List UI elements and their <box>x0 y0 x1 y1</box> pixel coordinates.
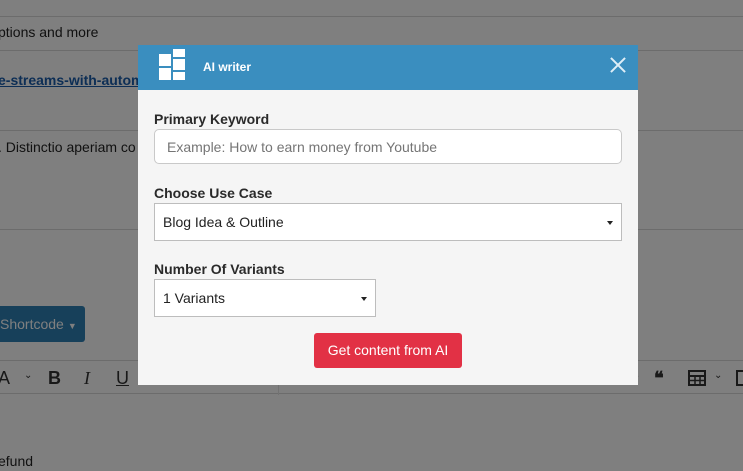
use-case-select[interactable]: Blog Idea & Outline <box>154 203 622 241</box>
close-icon[interactable] <box>610 57 626 73</box>
get-content-button[interactable]: Get content from AI <box>314 333 462 368</box>
variants-label: Number Of Variants <box>154 261 285 277</box>
chevron-down-icon <box>607 221 613 225</box>
use-case-label: Choose Use Case <box>154 185 273 201</box>
use-case-selected-value: Blog Idea & Outline <box>163 214 284 230</box>
chevron-down-icon <box>361 297 367 301</box>
variants-select[interactable]: 1 Variants <box>154 279 376 317</box>
ai-writer-modal: AI writer Primary Keyword Choose Use Cas… <box>138 45 638 385</box>
modal-header: AI writer <box>138 45 638 90</box>
primary-keyword-input[interactable] <box>154 129 622 164</box>
grid-logo-icon <box>159 49 185 80</box>
variants-selected-value: 1 Variants <box>163 290 225 306</box>
primary-keyword-label: Primary Keyword <box>154 111 270 127</box>
modal-title: AI writer <box>203 60 252 74</box>
